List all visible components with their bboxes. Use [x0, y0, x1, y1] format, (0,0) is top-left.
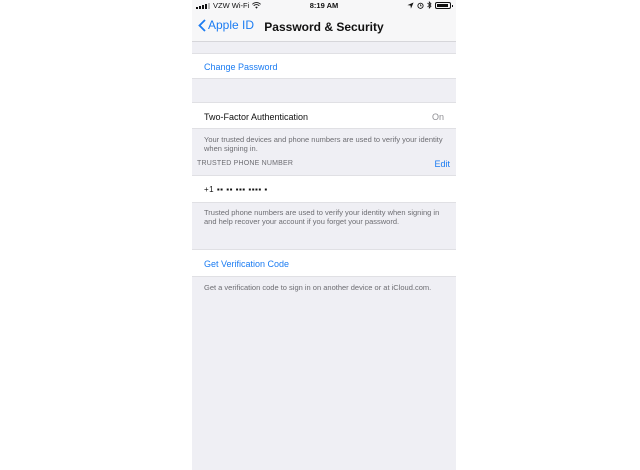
navigation-bar: Apple ID Password & Security [192, 12, 456, 42]
trusted-phone-footnote: Trusted phone numbers are used to verify… [204, 208, 440, 226]
verification-code-label: Get Verification Code [204, 259, 290, 269]
bluetooth-icon [427, 1, 432, 9]
phone-number: +1 ▪▪ ▪▪ ▪▪▪ ▪▪▪▪ ▪ [204, 185, 268, 194]
edit-button[interactable]: Edit [434, 159, 450, 169]
change-password-label: Change Password [204, 62, 278, 72]
phone-screen: VZW Wi-Fi 8:19 AM Apple ID Password & Se… [192, 0, 456, 470]
two-factor-cell: Two-Factor Authentication On [192, 102, 456, 129]
trusted-phone-cell: +1 ▪▪ ▪▪ ▪▪▪ ▪▪▪▪ ▪ [192, 175, 456, 203]
battery-icon [435, 1, 453, 9]
status-right [407, 1, 453, 9]
change-password-cell[interactable]: Change Password [192, 53, 456, 79]
alarm-icon [417, 2, 424, 9]
location-icon [407, 1, 414, 9]
trusted-phone-header: TRUSTED PHONE NUMBER [197, 160, 294, 167]
page-title: Password & Security [264, 20, 384, 34]
verification-footnote: Get a verification code to sign in on an… [204, 283, 432, 292]
two-factor-status: On [431, 112, 444, 122]
two-factor-footnote: Your trusted devices and phone numbers a… [204, 135, 443, 153]
verification-code-cell[interactable]: Get Verification Code [192, 249, 456, 277]
two-factor-label: Two-Factor Authentication [204, 112, 309, 122]
status-bar: VZW Wi-Fi 8:19 AM [192, 0, 456, 12]
